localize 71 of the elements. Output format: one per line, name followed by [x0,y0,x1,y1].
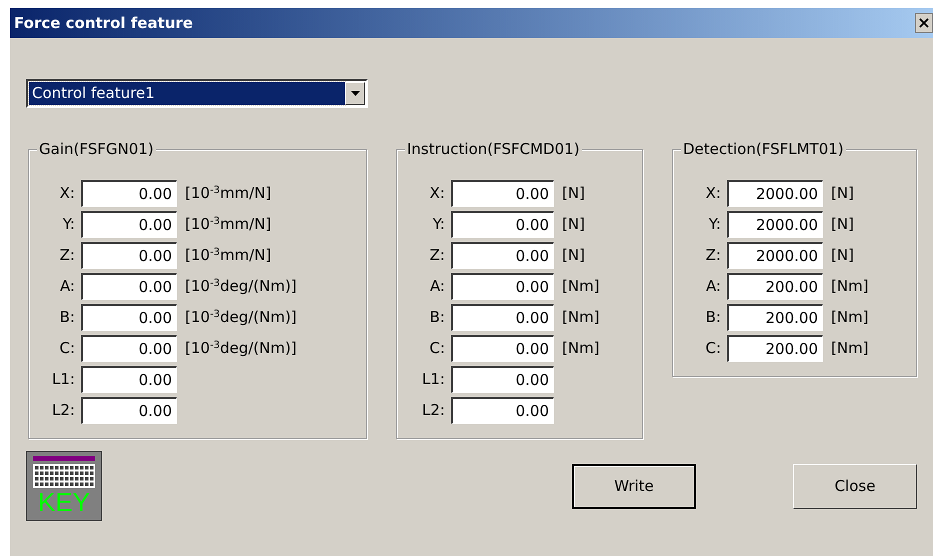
value-field[interactable]: 2000.00 [727,242,823,269]
value-field[interactable]: 0.00 [81,242,177,269]
value-field[interactable]: 0.00 [81,335,177,362]
value-field[interactable]: 200.00 [727,304,823,331]
value-field[interactable]: 2000.00 [727,211,823,238]
unit-label: [Nm] [831,338,869,360]
axis-label: A: [704,276,722,298]
value-field[interactable]: 0.00 [451,273,554,300]
axis-label: B: [428,307,446,328]
key-label: KEY [38,488,90,516]
close-button[interactable]: × [915,13,933,33]
value-field[interactable]: 0.00 [81,211,177,238]
dropdown-value: Control feature1 [29,82,345,105]
value-field[interactable]: 0.00 [81,397,177,424]
axis-label: C: [428,338,446,360]
unit-label: [Nm] [562,276,600,298]
unit-label: [Nm] [831,307,869,328]
axis-label: Z: [704,245,722,266]
axis-label: C: [58,338,76,360]
unit-label: [N] [562,214,585,236]
value-field[interactable]: 0.00 [451,335,554,362]
axis-label: B: [58,307,76,328]
axis-label: L2: [51,400,76,422]
unit-label: [Nm] [562,307,600,328]
value-field[interactable]: 0.00 [81,366,177,393]
value-field[interactable]: 0.00 [451,366,554,393]
value-field[interactable]: 0.00 [451,242,554,269]
unit-label: [N] [831,214,854,236]
dialog-button[interactable]: Write [572,464,696,508]
value-field[interactable]: 0.00 [451,211,554,238]
value-field[interactable]: 0.00 [81,304,177,331]
dialog-button[interactable]: Close [793,464,917,508]
unit-label: [N] [831,183,854,204]
unit-label: [N] [562,183,585,204]
unit-label: [10$^{-3}$mm/N] [185,214,272,236]
value-field[interactable]: 0.00 [451,304,554,331]
unit-label: [10$^{-3}$deg/(Nm)] [185,276,297,298]
axis-label: Y: [62,214,76,236]
unit-label: [10$^{-3}$deg/(Nm)] [185,338,297,360]
unit-label: [10$^{-3}$mm/N] [185,183,272,204]
value-field[interactable]: 200.00 [727,335,823,362]
axis-label: Z: [428,245,446,266]
unit-label: [10$^{-3}$deg/(Nm)] [185,307,297,328]
unit-label: [10$^{-3}$mm/N] [185,245,272,266]
unit-label: [Nm] [562,338,600,360]
value-field[interactable]: 2000.00 [727,180,823,207]
dropdown-caret-icon [345,82,365,105]
value-field[interactable]: 0.00 [451,180,554,207]
axis-label: X: [428,183,446,204]
window-title: Force control feature [14,12,193,34]
keyboard-icon [33,456,95,488]
unit-label: [N] [562,245,585,266]
value-field[interactable]: 0.00 [451,397,554,424]
axis-label: L1: [421,369,446,390]
axis-label: X: [704,183,722,204]
feature-dropdown[interactable]: Control feature1 [26,79,368,108]
unit-label: [N] [831,245,854,266]
axis-label: L2: [421,400,446,422]
axis-label: Y: [432,214,446,236]
axis-label: Y: [708,214,722,236]
value-field[interactable]: 200.00 [727,273,823,300]
axis-label: L1: [51,369,76,390]
axis-label: C: [704,338,722,360]
axis-label: X: [58,183,76,204]
axis-label: B: [704,307,722,328]
value-field[interactable]: 0.00 [81,180,177,207]
axis-label: A: [428,276,446,298]
axis-label: Z: [58,245,76,266]
unit-label: [Nm] [831,276,869,298]
axis-label: A: [58,276,76,298]
value-field[interactable]: 0.00 [81,273,177,300]
